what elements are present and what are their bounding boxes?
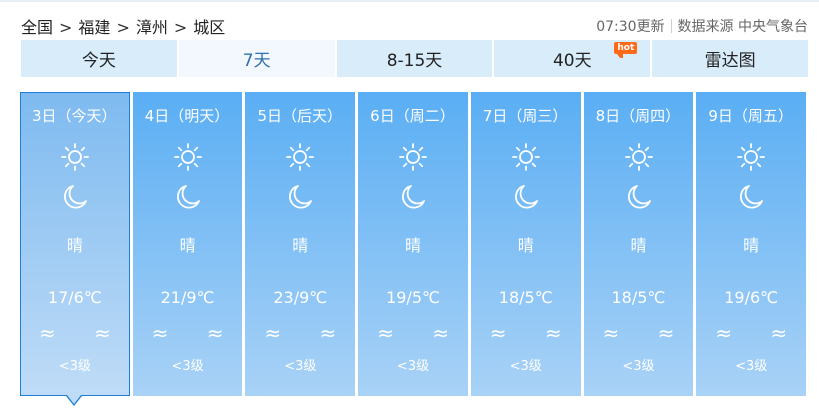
tab-radar[interactable]: 雷达图	[652, 40, 808, 77]
wind-icon: ≈ ≈	[489, 321, 578, 345]
wind-level: <3级	[509, 359, 542, 374]
moon-icon	[624, 182, 654, 212]
day-date: 7日（周三）	[482, 107, 568, 125]
day-card[interactable]: 5日（后天） 晴 23/9℃ ≈ ≈ <3级	[245, 92, 356, 396]
breadcrumb-separator: >	[116, 18, 130, 37]
day-date: 3日（今天）	[32, 107, 117, 125]
day-card[interactable]: 9日（周五） 晴 19/6℃ ≈ ≈ <3级	[696, 92, 807, 396]
temperature-range: 18/5℃	[498, 288, 553, 307]
tab-40-days-label: 40天	[552, 51, 592, 71]
temperature-range: 23/9℃	[273, 288, 328, 307]
wind-icon: ≈ ≈	[151, 321, 240, 345]
data-source: 数据来源 中央气象台	[677, 19, 808, 35]
wind-level: <3级	[396, 359, 430, 374]
sun-icon	[60, 142, 90, 172]
moon-icon	[398, 182, 428, 212]
temperature-range: 19/6℃	[724, 288, 779, 307]
breadcrumb-separator: >	[59, 18, 73, 37]
wind-level: <3级	[58, 359, 91, 374]
update-info: 07:30更新 数据来源 中央气象台	[596, 16, 808, 36]
wind-level: <3级	[171, 359, 204, 374]
forecast-tabs: 今天 7天 8-15天 40天 hot 雷达图	[21, 40, 808, 77]
breadcrumb-item-city[interactable]: 漳州	[136, 18, 168, 37]
day-date: 5日（后天）	[257, 107, 342, 125]
temperature-range: 21/9℃	[160, 288, 215, 307]
day-card[interactable]: 3日（今天） 晴 17/6℃ ≈ ≈ <3级	[20, 92, 130, 406]
wind-icon: ≈ ≈	[377, 321, 465, 345]
weather-condition: 晴	[405, 236, 422, 255]
wind-level: <3级	[622, 359, 655, 374]
temperature-range: 17/6℃	[47, 288, 102, 307]
moon-icon	[736, 182, 766, 212]
weather-condition: 晴	[630, 236, 647, 255]
moon-icon	[511, 182, 541, 212]
top-divider	[0, 0, 819, 2]
hot-badge: hot	[614, 42, 638, 58]
tab-40-days[interactable]: 40天 hot	[494, 40, 651, 77]
wind-icon: ≈ ≈	[38, 321, 127, 345]
temperature-range: 18/5℃	[611, 288, 666, 307]
tab-today[interactable]: 今天	[21, 40, 177, 77]
day-card[interactable]: 8日（周四） 晴 18/5℃ ≈ ≈ <3级	[583, 92, 694, 396]
seven-day-forecast: 3日（今天）晴 17/6℃ ≈ ≈ <3级 4日（明天）晴 21/9℃ ≈ ≈ <3级 5日（后…	[20, 92, 807, 406]
tab-8-15-days[interactable]: 8-15天	[336, 40, 493, 77]
day-card[interactable]: 4日（明天） 晴 21/9℃ ≈ ≈ <3级	[132, 92, 243, 396]
breadcrumb-separator: >	[173, 18, 188, 37]
day-date: 4日（明天）	[144, 107, 230, 125]
breadcrumb-item-district: 城区	[193, 18, 226, 37]
update-time: 07:30更新	[596, 19, 665, 35]
weather-condition: 晴	[292, 236, 309, 255]
breadcrumb-item-country[interactable]: 全国	[21, 18, 53, 37]
sun-icon	[736, 142, 766, 172]
day-date: 6日（周二）	[370, 107, 455, 125]
temperature-range: 19/5℃	[386, 288, 440, 307]
weather-condition: 晴	[179, 236, 196, 255]
wind-level: <3级	[735, 359, 768, 374]
day-card[interactable]: 6日（周二） 晴 19/5℃ ≈ ≈ <3级	[358, 92, 468, 396]
day-card[interactable]: 7日（周三） 晴 18/5℃ ≈ ≈ <3级	[470, 92, 581, 396]
weather-condition: 晴	[66, 236, 83, 255]
day-date: 8日（周四）	[595, 107, 681, 125]
wind-icon: ≈ ≈	[715, 321, 804, 345]
weather-condition: 晴	[517, 236, 534, 255]
wind-icon: ≈ ≈	[602, 321, 691, 345]
sun-icon	[624, 142, 654, 172]
moon-icon	[173, 182, 203, 212]
moon-icon	[60, 182, 90, 212]
sun-icon	[398, 142, 428, 172]
sun-icon	[285, 142, 315, 172]
breadcrumb-item-province[interactable]: 福建	[78, 18, 110, 37]
weather-condition: 晴	[743, 236, 760, 255]
breadcrumb: 全国 > 福建 > 漳州 > 城区	[21, 14, 225, 38]
meta-divider	[670, 19, 672, 33]
day-date: 9日（周五）	[708, 107, 793, 125]
sun-icon	[173, 142, 203, 172]
wind-level: <3级	[284, 359, 317, 374]
sun-icon	[511, 142, 541, 172]
selected-pointer	[66, 395, 82, 406]
wind-icon: ≈ ≈	[264, 321, 353, 345]
tab-7-days[interactable]: 7天	[178, 40, 335, 77]
moon-icon	[285, 182, 315, 212]
